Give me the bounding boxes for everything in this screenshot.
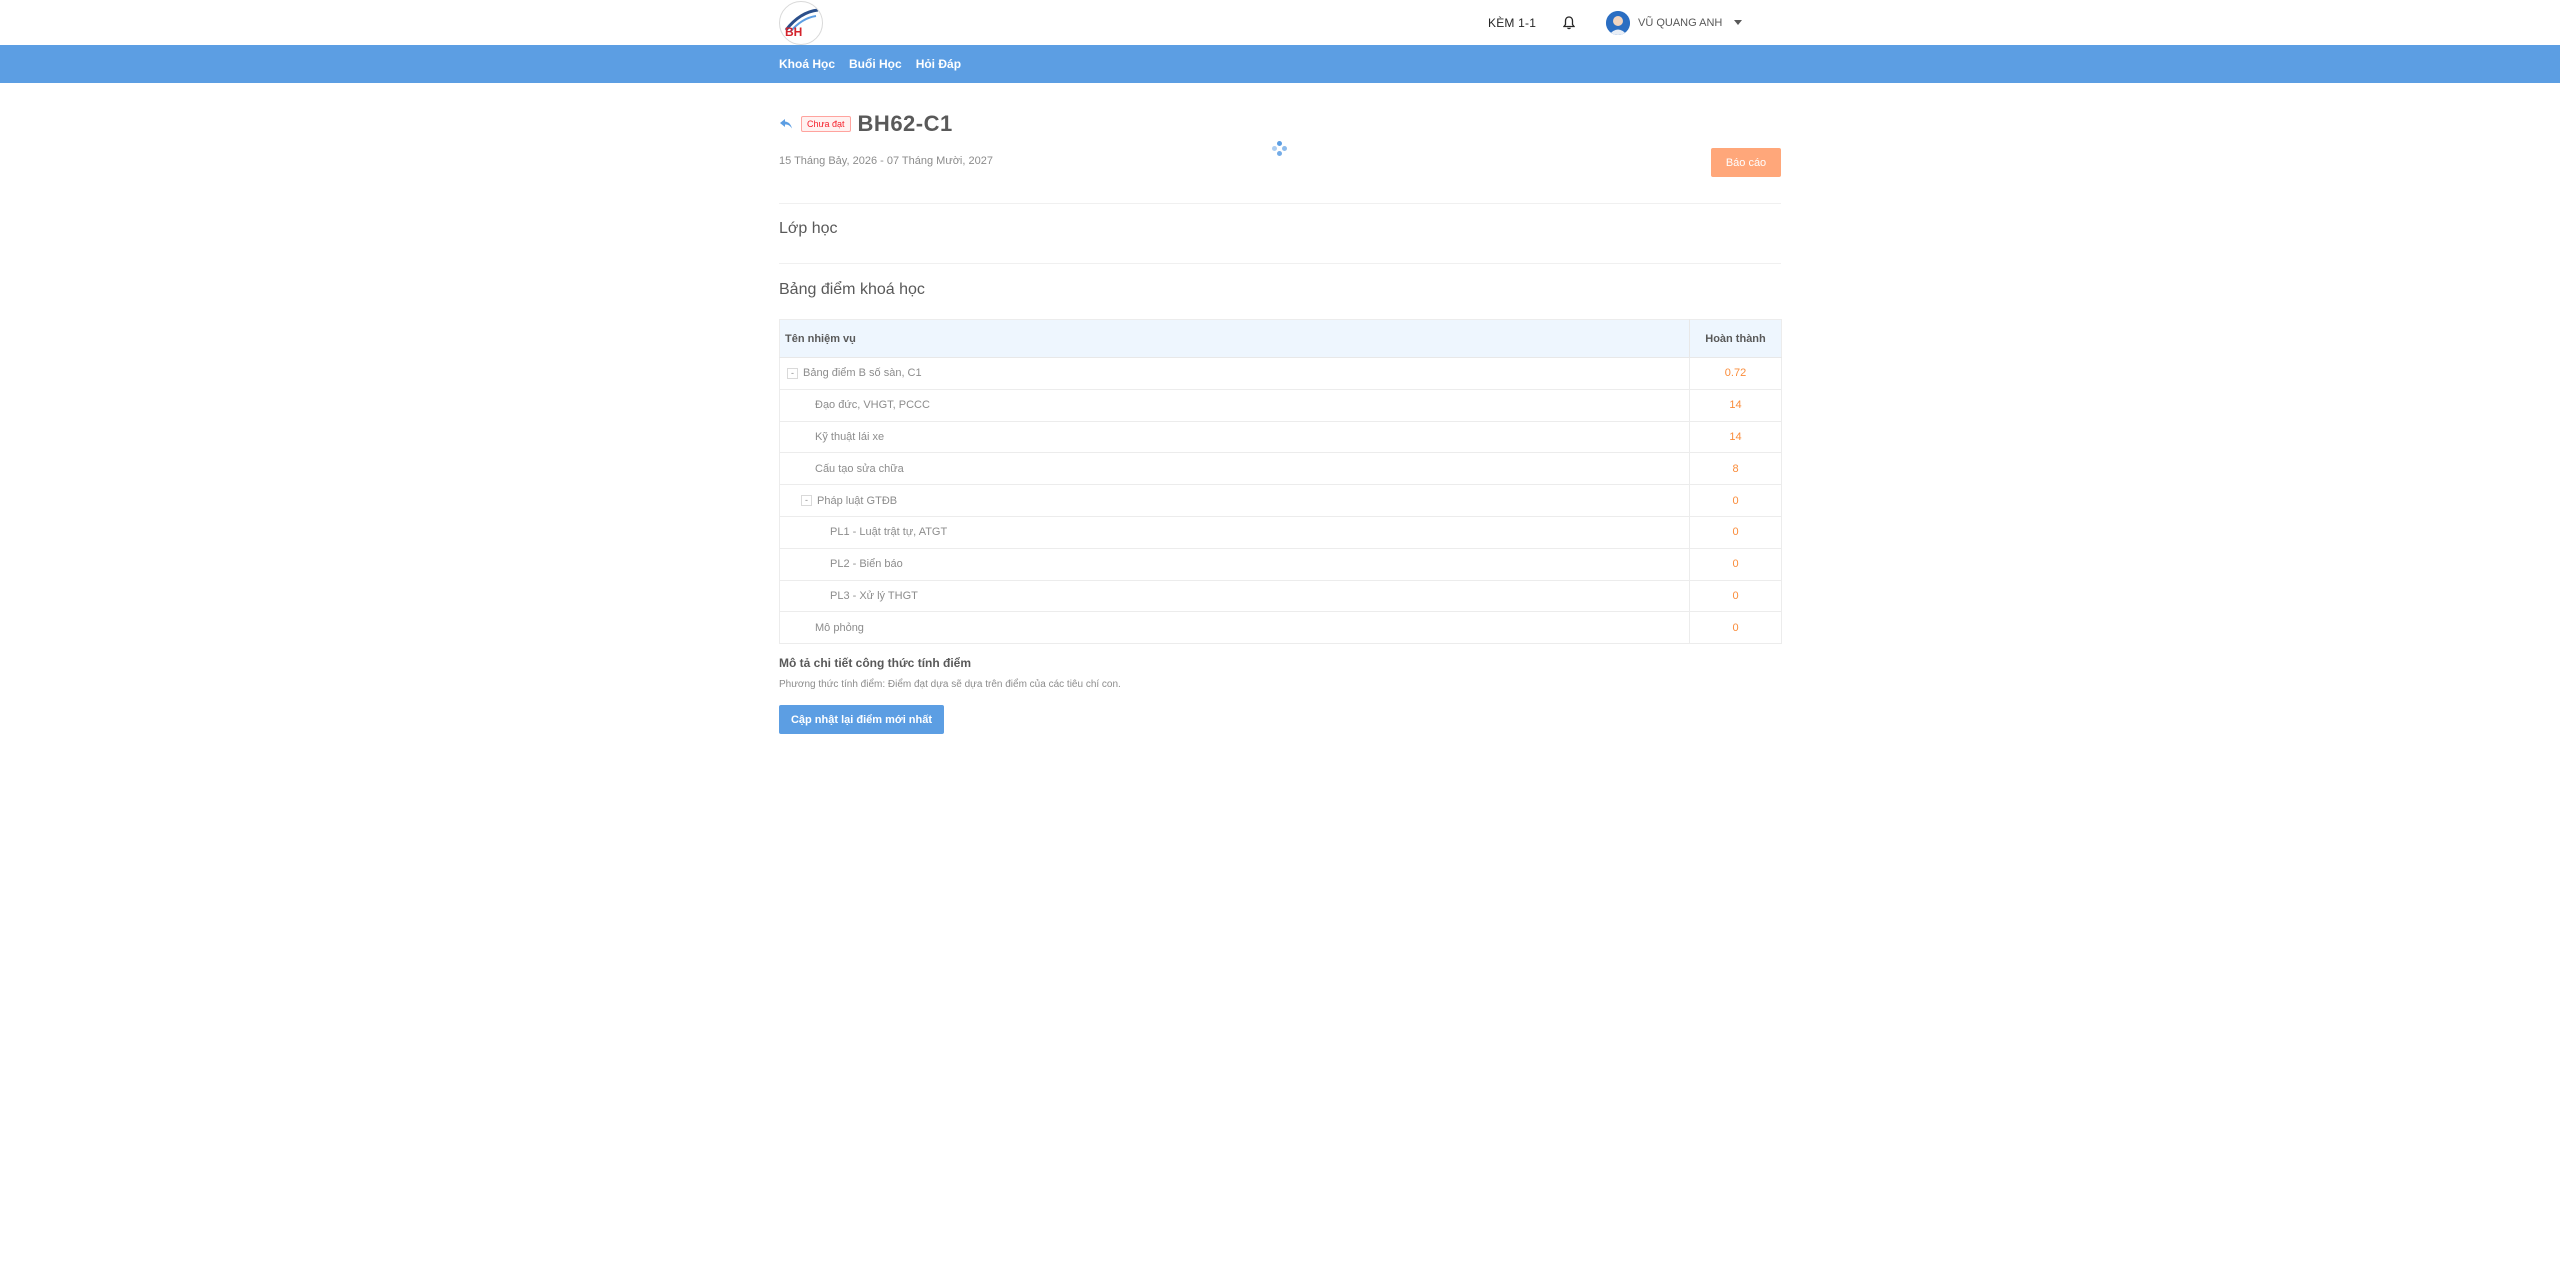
- back-arrow-icon: [780, 119, 792, 129]
- task-cell-content: PL1 - Luật trật tự, ATGT: [785, 526, 1684, 538]
- class-section-title: Lớp học: [779, 220, 838, 237]
- title-row: Chưa đạt BH62-C1: [779, 111, 953, 137]
- collapse-toggle-icon[interactable]: -: [801, 495, 812, 507]
- course-date-range: 15 Tháng Bảy, 2026 - 07 Tháng Mười, 2027: [779, 155, 993, 167]
- task-name: Bảng điểm B số sàn, C1: [803, 367, 922, 380]
- user-avatar-icon: [1606, 10, 1630, 35]
- table-row[interactable]: Đạo đức, VHGT, PCCC 14: [779, 389, 1782, 422]
- formula-description: Phương thức tính điểm: Điểm đạt dựa sẽ d…: [779, 679, 1121, 690]
- task-cell-content: Kỹ thuật lái xe: [785, 431, 1684, 443]
- task-name: Mô phỏng: [815, 621, 864, 634]
- nav-item-courses[interactable]: Khoá Học: [779, 57, 835, 71]
- formula-title: Mô tả chi tiết công thức tính điểm: [779, 656, 972, 670]
- loading-spinner-icon: [1272, 141, 1288, 157]
- task-name: PL1 - Luật trật tự, ATGT: [830, 526, 948, 539]
- task-name: Pháp luật GTĐB: [817, 494, 898, 507]
- task-cell: Đạo đức, VHGT, PCCC: [779, 389, 1690, 422]
- notification-button[interactable]: [1560, 0, 1578, 45]
- nav-item-sessions[interactable]: Buổi Học: [849, 57, 902, 71]
- divider: [779, 263, 1781, 264]
- task-name: Kỹ thuật lái xe: [815, 430, 885, 443]
- task-cell: PL3 - Xử lý THGT: [779, 580, 1690, 613]
- task-name: Đạo đức, VHGT, PCCC: [815, 399, 930, 412]
- completion-value: 0: [1689, 516, 1782, 549]
- table-row[interactable]: Cấu tạo sửa chữa 8: [779, 452, 1782, 486]
- page-title: BH62-C1: [857, 111, 953, 136]
- score-table-body: - Bảng điểm B số sàn, C1 0.72 Đạo đức, VHGT…: [779, 357, 1782, 645]
- completion-value: 0: [1689, 580, 1782, 613]
- back-button[interactable]: [779, 117, 793, 131]
- bell-icon: [1563, 15, 1575, 29]
- score-table: Tên nhiệm vụ Hoàn thành - Bảng điểm B số …: [779, 319, 1782, 645]
- task-name: PL3 - Xử lý THGT: [830, 589, 918, 602]
- table-row[interactable]: PL2 - Biển báo 0: [779, 548, 1782, 581]
- task-cell: - Pháp luật GTĐB: [779, 484, 1690, 517]
- scores-section-title: Bảng điểm khoá học: [779, 281, 925, 298]
- completion-value: 14: [1689, 421, 1782, 454]
- column-header-task: Tên nhiệm vụ: [779, 319, 1690, 358]
- table-row[interactable]: Mô phỏng 0: [779, 611, 1782, 645]
- task-cell: Mô phỏng: [779, 611, 1690, 645]
- table-row[interactable]: Kỹ thuật lái xe 14: [779, 421, 1782, 454]
- divider: [779, 203, 1781, 204]
- logo[interactable]: BH: [779, 1, 823, 45]
- user-name: VŨ QUANG ANH: [1638, 16, 1723, 29]
- completion-value: 0: [1689, 548, 1782, 581]
- completion-value: 0: [1689, 611, 1782, 645]
- task-cell: PL1 - Luật trật tự, ATGT: [779, 516, 1690, 549]
- table-header-row: Tên nhiệm vụ Hoàn thành: [779, 319, 1782, 358]
- completion-value: 8: [1689, 452, 1782, 486]
- collapse-toggle-icon[interactable]: -: [787, 367, 798, 379]
- completion-value: 0: [1689, 484, 1782, 517]
- chevron-down-icon: [1734, 20, 1743, 25]
- table-row[interactable]: - Bảng điểm B số sàn, C1 0.72: [779, 357, 1782, 390]
- task-cell-content: Mô phỏng: [785, 622, 1684, 634]
- avatar: [1606, 10, 1630, 35]
- task-cell-content: Đạo đức, VHGT, PCCC: [785, 399, 1684, 411]
- report-button[interactable]: Báo cáo: [1711, 148, 1781, 177]
- user-menu[interactable]: VŨ QUANG ANH: [1606, 0, 1743, 45]
- completion-value: 14: [1689, 389, 1782, 422]
- table-row[interactable]: PL1 - Luật trật tự, ATGT 0: [779, 516, 1782, 549]
- task-cell-content: PL2 - Biển báo: [785, 558, 1684, 570]
- status-badge: Chưa đạt: [801, 116, 851, 132]
- task-cell: - Bảng điểm B số sàn, C1: [779, 357, 1690, 390]
- nav-item-qa[interactable]: Hỏi Đáp: [916, 57, 961, 71]
- table-row[interactable]: PL3 - Xử lý THGT 0: [779, 580, 1782, 613]
- task-cell: Kỹ thuật lái xe: [779, 421, 1690, 454]
- task-cell: PL2 - Biển báo: [779, 548, 1690, 581]
- task-name: Cấu tạo sửa chữa: [815, 462, 904, 475]
- course-link[interactable]: KÈM 1-1: [1488, 0, 1536, 45]
- task-cell-content: Cấu tạo sửa chữa: [785, 463, 1684, 475]
- main-nav: Khoá Học Buổi Học Hỏi Đáp: [0, 45, 2560, 83]
- task-cell-content: PL3 - Xử lý THGT: [785, 590, 1684, 602]
- update-score-button[interactable]: Cập nhật lại điểm mới nhất: [779, 705, 944, 734]
- logo-text: BH: [785, 25, 803, 39]
- task-cell: Cấu tạo sửa chữa: [779, 452, 1690, 486]
- task-cell-content: - Pháp luật GTĐB: [785, 495, 1684, 507]
- task-cell-content: - Bảng điểm B số sàn, C1: [785, 367, 1684, 379]
- task-name: PL2 - Biển báo: [830, 558, 903, 571]
- column-header-done: Hoàn thành: [1689, 319, 1782, 358]
- top-bar: BH KÈM 1-1 VŨ QUANG ANH: [0, 0, 2560, 45]
- completion-value: 0.72: [1689, 357, 1782, 390]
- table-row[interactable]: - Pháp luật GTĐB 0: [779, 484, 1782, 517]
